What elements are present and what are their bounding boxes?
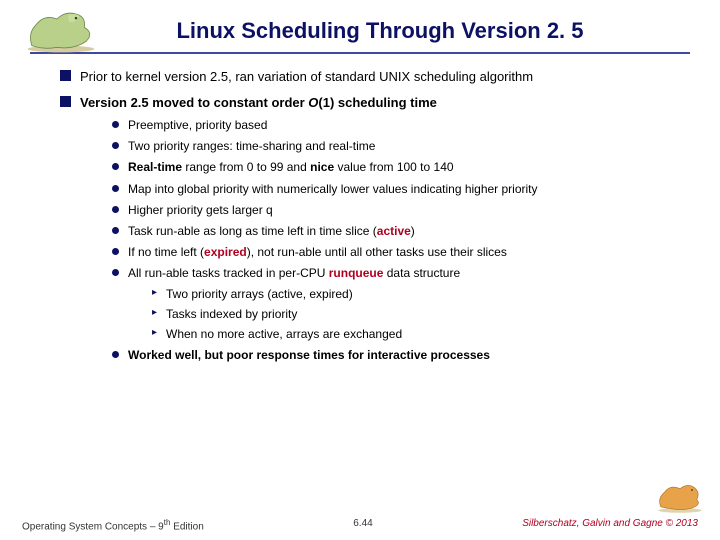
sub-8: All run-able tasks tracked in per-CPU ru… [112,265,686,342]
bullet-2: Version 2.5 moved to constant order O(1)… [60,94,686,364]
dinosaur-icon-bottom [650,478,710,514]
bullet-1: Prior to kernel version 2.5, ran variati… [60,68,686,86]
slide-content: Prior to kernel version 2.5, ran variati… [0,54,720,363]
sub-9: Worked well, but poor response times for… [112,347,686,363]
sub-1: Preemptive, priority based [112,117,686,133]
dinosaur-icon-top [18,4,104,54]
subsub-2: Tasks indexed by priority [152,306,686,322]
subsub-3: When no more active, arrays are exchange… [152,326,686,342]
footer-center: 6.44 [353,518,372,532]
bullet-2-text: Version 2.5 moved to constant order O(1)… [80,95,437,110]
sub-3: Real-time range from 0 to 99 and nice va… [112,159,686,175]
footer-right: Silberschatz, Galvin and Gagne © 2013 [522,518,698,532]
sub-2: Two priority ranges: time-sharing and re… [112,138,686,154]
sub-7: If no time left (expired), not run-able … [112,244,686,260]
slide-title: Linux Scheduling Through Version 2. 5 [40,0,720,52]
footer-left: Operating System Concepts – 9th Edition [22,518,204,532]
sub-4: Map into global priority with numericall… [112,181,686,197]
footer: Operating System Concepts – 9th Edition … [0,518,720,532]
sub-6: Task run-able as long as time left in ti… [112,223,686,239]
subsub-1: Two priority arrays (active, expired) [152,286,686,302]
sub-5: Higher priority gets larger q [112,202,686,218]
